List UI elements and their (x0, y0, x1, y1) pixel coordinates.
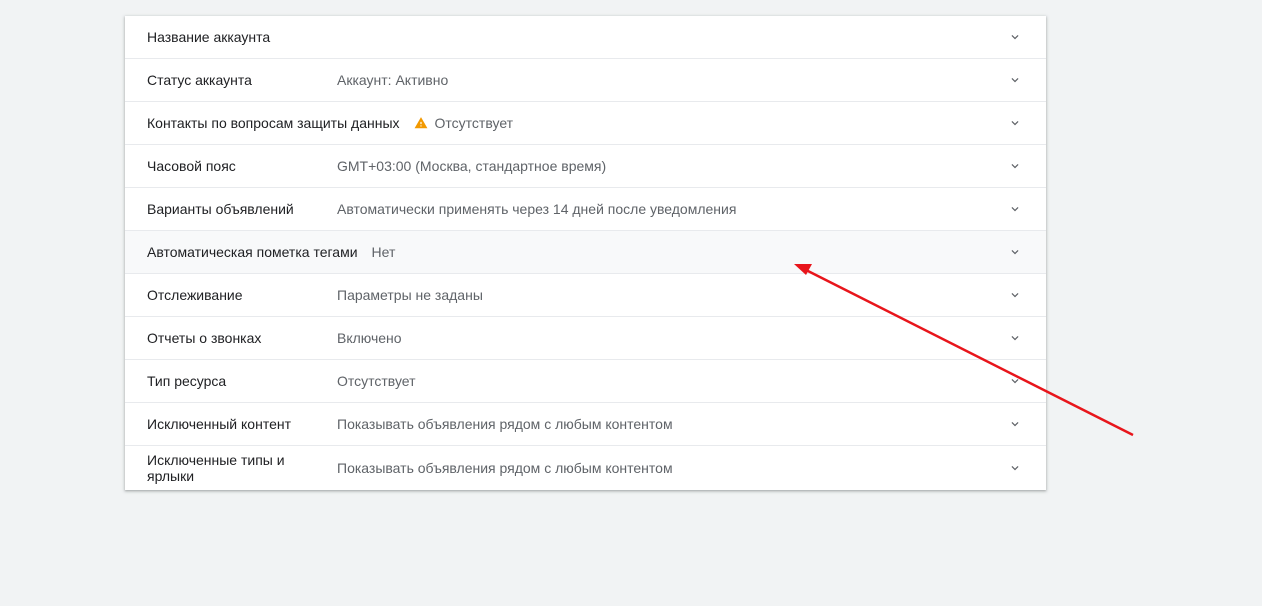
setting-label: Часовой пояс (147, 158, 236, 174)
setting-label: Статус аккаунта (147, 72, 252, 88)
setting-row-time-zone[interactable]: Часовой пояс GMT+03:00 (Москва, стандарт… (125, 145, 1046, 188)
setting-label-group: Автоматическая пометка тегами Нет (147, 231, 395, 273)
setting-row-resource-type[interactable]: Тип ресурса Отсутствует (125, 360, 1046, 403)
setting-value: Автоматически применять через 14 дней по… (337, 201, 737, 217)
setting-value: GMT+03:00 (Москва, стандартное время) (337, 158, 607, 174)
setting-row-excluded-content[interactable]: Исключенный контент Показывать объявлени… (125, 403, 1046, 446)
setting-value: Параметры не заданы (337, 287, 483, 303)
chevron-down-icon[interactable] (1008, 202, 1022, 216)
account-settings-card: Название аккаунта Статус аккаунта Аккаун… (125, 16, 1046, 490)
setting-label: Варианты объявлений (147, 201, 294, 217)
setting-label: Название аккаунта (147, 29, 271, 45)
chevron-down-icon[interactable] (1008, 288, 1022, 302)
setting-label: Исключенные типы и ярлыки (147, 452, 285, 484)
warning-icon (414, 117, 427, 129)
setting-label: Тип ресурса (147, 373, 227, 389)
chevron-down-icon[interactable] (1008, 245, 1022, 259)
setting-label: Исключенный контент (147, 416, 292, 432)
setting-row-call-reporting[interactable]: Отчеты о звонках Включено (125, 317, 1046, 360)
chevron-down-icon[interactable] (1008, 417, 1022, 431)
chevron-down-icon[interactable] (1008, 30, 1022, 44)
setting-label: Отчеты о звонках (147, 330, 262, 346)
setting-row-account-name[interactable]: Название аккаунта (125, 16, 1046, 59)
setting-value-group: Отсутствует (414, 115, 514, 131)
setting-value: Нет (371, 244, 396, 260)
chevron-down-icon[interactable] (1008, 73, 1022, 87)
setting-value: Отсутствует (434, 115, 514, 131)
chevron-down-icon[interactable] (1008, 331, 1022, 345)
setting-value: Аккаунт: Активно (337, 72, 449, 88)
setting-row-account-status[interactable]: Статус аккаунта Аккаунт: Активно (125, 59, 1046, 102)
setting-label-group: Контакты по вопросам защиты данных Отсут… (147, 102, 513, 144)
setting-row-tracking[interactable]: Отслеживание Параметры не заданы (125, 274, 1046, 317)
setting-value: Показывать объявления рядом с любым конт… (337, 460, 673, 476)
setting-value: Включено (337, 330, 402, 346)
setting-label: Автоматическая пометка тегами (147, 244, 358, 260)
setting-row-excluded-types-labels[interactable]: Исключенные типы и ярлыки Показывать объ… (125, 446, 1046, 490)
setting-label: Контакты по вопросам защиты данных (147, 115, 400, 131)
setting-row-auto-tagging[interactable]: Автоматическая пометка тегами Нет (125, 231, 1046, 274)
setting-value: Показывать объявления рядом с любым конт… (337, 416, 673, 432)
chevron-down-icon[interactable] (1008, 461, 1022, 475)
chevron-down-icon[interactable] (1008, 116, 1022, 130)
setting-value: Отсутствует (337, 373, 416, 389)
setting-row-ad-suggestions[interactable]: Варианты объявлений Автоматически примен… (125, 188, 1046, 231)
setting-label: Отслеживание (147, 287, 243, 303)
setting-row-data-protection-contacts[interactable]: Контакты по вопросам защиты данных Отсут… (125, 102, 1046, 145)
chevron-down-icon[interactable] (1008, 374, 1022, 388)
chevron-down-icon[interactable] (1008, 159, 1022, 173)
